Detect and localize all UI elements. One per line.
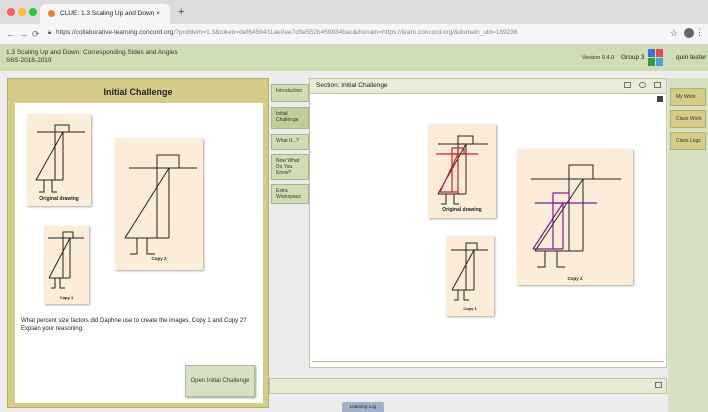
scroll-indicator-icon[interactable] <box>657 96 663 102</box>
class-logs-button[interactable]: Class Logs <box>670 132 706 150</box>
copy1-label: Copy 1 <box>59 295 74 300</box>
original-drawing-card: Original drawing <box>27 114 91 206</box>
app-header: 1.3 Scaling Up and Down: Corresponding S… <box>0 45 708 71</box>
copy2-card: Copy 2 <box>115 138 203 270</box>
original-drawing-figure <box>35 124 85 193</box>
workspace-canvas[interactable]: Section: Initial Challenge Original draw… <box>309 78 667 368</box>
tab-introduction[interactable]: Introduction <box>271 84 309 102</box>
workspace-original-label: Original drawing <box>442 207 482 213</box>
group-members-icon[interactable] <box>648 49 664 67</box>
tab-initial-challenge[interactable]: Initial Challenge <box>271 107 309 129</box>
challenge-panel: Initial Challenge Original drawing Copy … <box>7 78 269 408</box>
tab-title: CLUE: 1.3 Scaling Up and Down × <box>60 10 160 17</box>
copy1-card: Copy 1 <box>44 226 89 304</box>
version-label: Version 0.4.0 <box>582 55 615 61</box>
copy1-figure <box>48 231 84 289</box>
close-window-icon[interactable] <box>7 8 15 16</box>
url-field[interactable]: https://collaborative-learning.concord.o… <box>56 29 518 36</box>
url-path: /?problem=1.3&token=def6459431ae0ee7d3e5… <box>173 29 518 36</box>
workspace-copy1-label: Copy 1 <box>463 306 477 311</box>
group-label: Group 3 <box>621 54 645 61</box>
challenge-content: Original drawing Copy 2 Copy 1 What perc… <box>15 103 263 403</box>
tab-what-if[interactable]: What If...? <box>271 134 309 150</box>
workspace-copy2-label: Copy 2 <box>567 276 583 281</box>
class-name: S6S-2018-2019 <box>6 57 52 64</box>
browser-menu-icon[interactable]: ⋮ <box>695 27 704 38</box>
copy2-label: Copy 2 <box>151 256 167 261</box>
workspace-copy2-card[interactable]: Copy 2 <box>517 149 633 285</box>
workspace-copy1-card[interactable]: Copy 1 <box>446 236 494 316</box>
question-text: What percent size factors did Daphne use… <box>21 318 247 332</box>
share-icon[interactable] <box>624 82 631 88</box>
browser-tab-bar: CLUE: 1.3 Scaling Up and Down × + <box>0 0 708 24</box>
workspace-copy1-figure <box>451 242 488 301</box>
workspace-original-card[interactable]: Original drawing <box>428 124 496 218</box>
open-initial-challenge-button[interactable]: Open Initial Challenge <box>185 365 255 397</box>
page-break-line <box>312 361 664 362</box>
bookmark-star-icon[interactable]: ☆ <box>670 28 678 39</box>
expand-log-icon[interactable] <box>655 382 662 388</box>
learning-log-strip <box>269 378 667 394</box>
my-work-button[interactable]: My Work <box>670 88 706 106</box>
tab-now-what[interactable]: Now What Do You Know? <box>271 154 309 180</box>
new-tab-button[interactable]: + <box>178 6 184 18</box>
right-side-panel: My Work Class Work Class Logs <box>668 78 708 412</box>
workspace-copy2-figure <box>531 164 621 268</box>
user-name: quin tester <box>676 54 707 61</box>
back-icon[interactable]: ← <box>6 29 15 39</box>
url-host: https://collaborative-learning.concord.o… <box>56 29 174 36</box>
learning-log-tab[interactable]: Learning Log <box>342 402 384 412</box>
original-drawing-label: Original drawing <box>39 196 79 202</box>
browser-tab[interactable]: CLUE: 1.3 Scaling Up and Down × <box>40 4 170 24</box>
forward-icon[interactable]: → <box>19 29 28 39</box>
maximize-window-icon[interactable] <box>29 8 37 16</box>
copy2-figure <box>124 154 197 255</box>
tab-extra-workspace[interactable]: Extra Workspace <box>271 184 309 204</box>
app-title: 1.3 Scaling Up and Down: Corresponding S… <box>6 49 178 65</box>
problem-title: 1.3 Scaling Up and Down: Corresponding S… <box>6 49 178 56</box>
minimize-window-icon[interactable] <box>18 8 26 16</box>
favicon-icon <box>48 10 55 17</box>
reload-icon[interactable]: ⟳ <box>32 29 40 40</box>
address-bar: ← → ⟳ 🔒︎ https://collaborative-learning.… <box>0 24 708 45</box>
profile-avatar[interactable] <box>684 28 694 38</box>
workspace-original-figure <box>436 135 488 205</box>
expand-icon[interactable] <box>654 82 661 88</box>
lock-icon: 🔒︎ <box>48 30 52 36</box>
section-title: Section: Initial Challenge <box>316 82 388 89</box>
link-icon[interactable] <box>639 82 646 88</box>
workspace-header: Section: Initial Challenge <box>310 79 666 94</box>
panel-title: Initial Challenge <box>103 87 173 97</box>
class-work-button[interactable]: Class Work <box>670 110 706 128</box>
